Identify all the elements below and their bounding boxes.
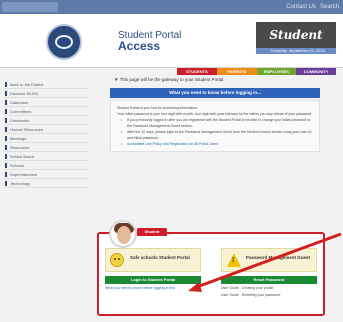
audience-employees[interactable]: EMPLOYEES (256, 68, 297, 75)
arrow-line (193, 232, 342, 290)
sidebar-item[interactable]: Directories (4, 116, 88, 125)
logo-emblem-icon (55, 35, 73, 49)
smiley-icon (110, 253, 124, 267)
info-bullet: After the 10 days, please login to the P… (117, 129, 313, 141)
sidebar-item[interactable]: Superintendent (4, 170, 88, 179)
student-panel-tab: Student (137, 228, 167, 236)
portal-title: Student Portal Access (118, 30, 181, 52)
brand-tab (2, 2, 58, 12)
search-link[interactable]: Search (320, 2, 339, 12)
sidebar-item[interactable]: Back to the District (4, 80, 88, 89)
date-bar: Thursday, September 23, 2010 (256, 48, 336, 54)
acceptable-use-link[interactable]: Acceptable Use Policy and Registration f… (117, 141, 313, 147)
info-bullet: If you previously logged in after you ar… (117, 117, 313, 129)
sidebar-item[interactable]: Meetings (4, 134, 88, 143)
sidebar: Back to the District Discover MUSD Calen… (4, 80, 88, 188)
arrow-head (188, 282, 202, 292)
gateway-note: This page will be the gateway to your St… (96, 76, 336, 84)
main-content: This page will be the gateway to your St… (96, 76, 336, 152)
sidebar-item[interactable]: Schools (4, 161, 88, 170)
info-box: Student Portal is your tool for accessin… (110, 100, 320, 152)
sidebar-item[interactable]: Calendars (4, 98, 88, 107)
audience-community[interactable]: COMMUNITY (296, 68, 336, 75)
sidebar-item[interactable]: Human Resources (4, 125, 88, 134)
audience-nav: STUDENTS PARENTS EMPLOYEES COMMUNITY (177, 68, 336, 75)
contact-us-link[interactable]: Contact Us (286, 2, 316, 12)
audience-parents[interactable]: PARENTS (216, 68, 257, 75)
face-shape (117, 226, 131, 244)
page: Contact Us Search Student Portal Access … (0, 0, 343, 322)
student-banner: Student (256, 22, 336, 48)
sidebar-item[interactable]: School Board (4, 152, 88, 161)
login-card-title: Safe schools Student Portal (130, 255, 190, 260)
portal-title-line2: Access (118, 39, 161, 53)
sidebar-item[interactable]: Resources (4, 143, 88, 152)
district-logo[interactable] (46, 24, 82, 60)
audience-students[interactable]: STUDENTS (177, 68, 217, 75)
sidebar-item[interactable]: Technology (4, 179, 88, 188)
info-bar: What you need to know before logging in.… (110, 88, 320, 98)
top-bar: Contact Us Search (0, 0, 343, 14)
sidebar-item[interactable]: Committees (4, 107, 88, 116)
sidebar-item[interactable]: Discover MUSD (4, 89, 88, 98)
top-links: Contact Us Search (286, 2, 339, 12)
student-avatar (109, 220, 137, 248)
red-pointer-arrow-icon (188, 232, 342, 292)
